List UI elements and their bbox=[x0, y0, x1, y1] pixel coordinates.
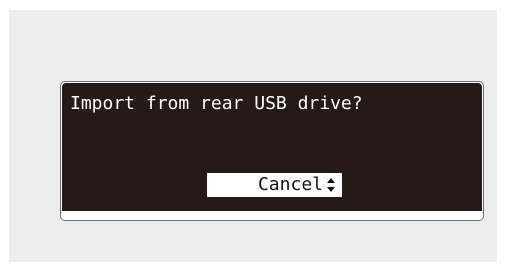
cancel-selector[interactable]: Cancel bbox=[207, 173, 342, 197]
device-panel: Import from rear USB drive? Cancel bbox=[9, 10, 497, 262]
selector-label: Cancel bbox=[257, 174, 323, 195]
lcd-display-frame: Import from rear USB drive? Cancel bbox=[60, 81, 484, 221]
dialog-message: Import from rear USB drive? bbox=[70, 93, 363, 114]
lcd-screen: Import from rear USB drive? Cancel bbox=[62, 83, 482, 211]
up-down-arrows-icon[interactable] bbox=[326, 176, 336, 194]
